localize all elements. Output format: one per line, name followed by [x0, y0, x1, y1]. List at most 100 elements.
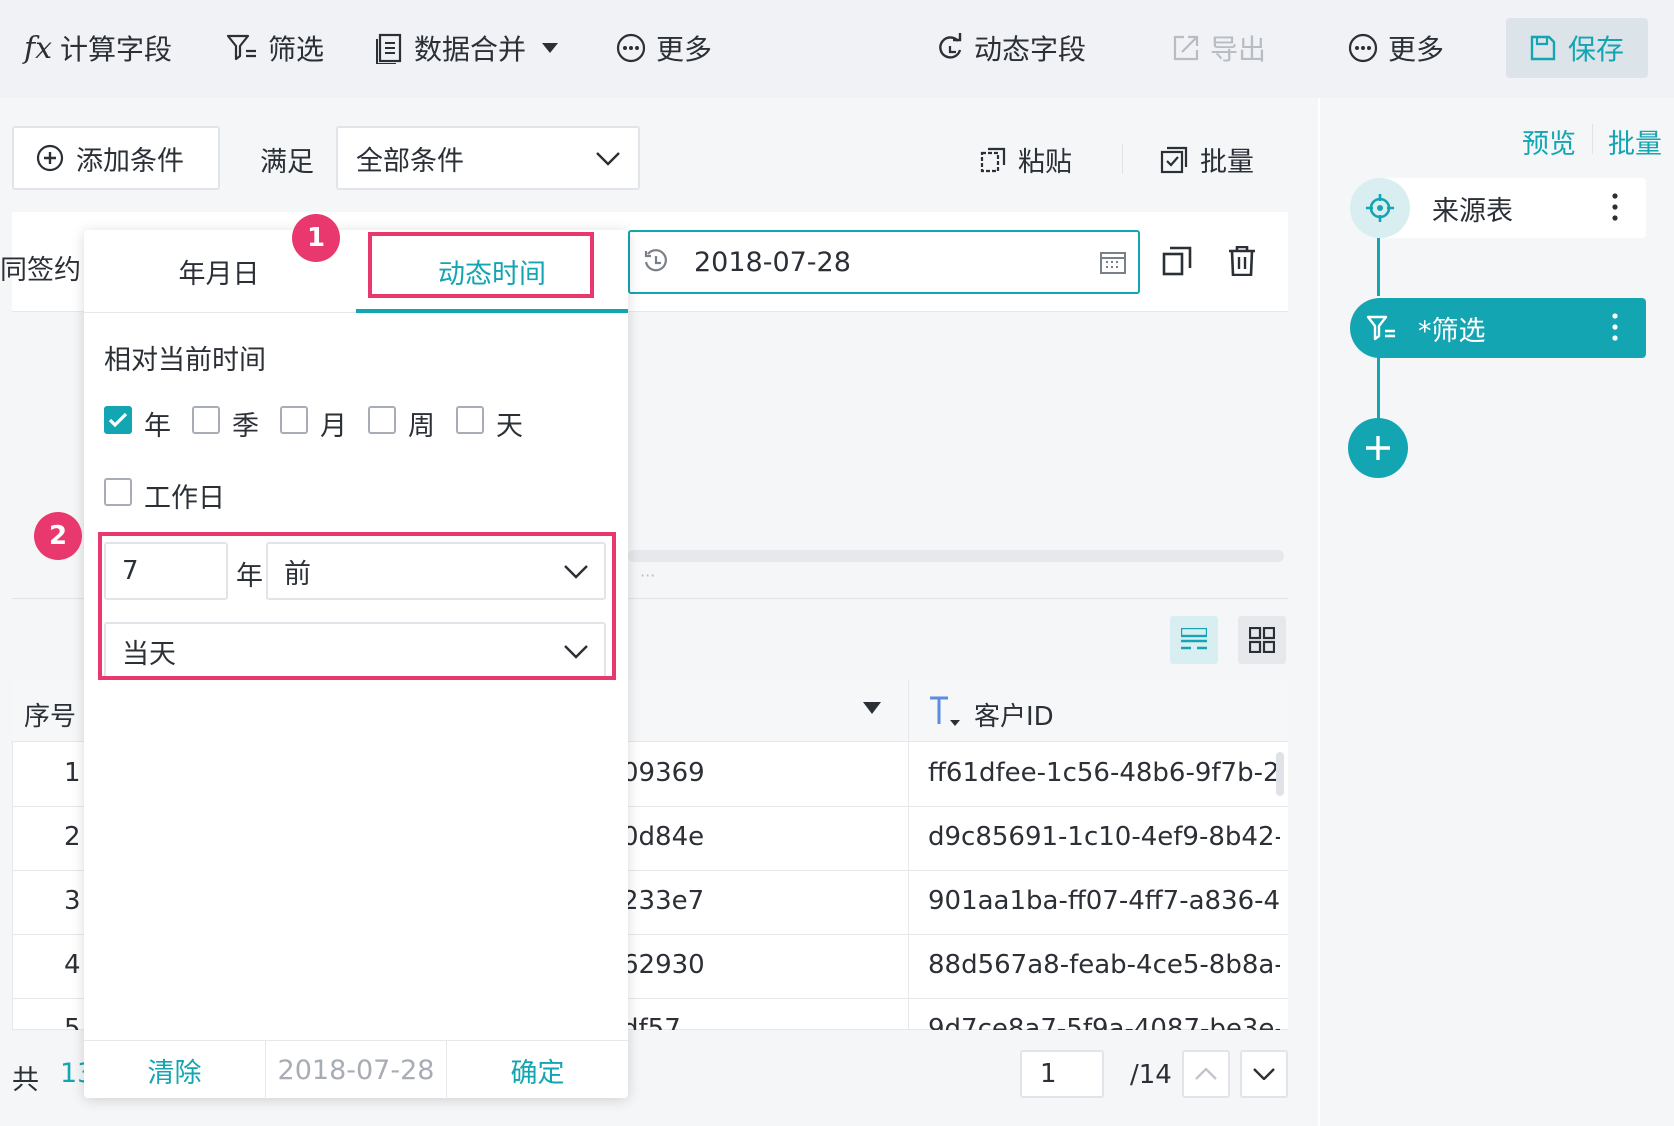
workday-checkbox[interactable]	[104, 478, 132, 506]
batch-check-icon	[1160, 146, 1188, 174]
add-condition-button[interactable]: 添加条件	[12, 126, 220, 190]
more-button-left[interactable]: 更多	[616, 26, 712, 70]
caret-down-icon	[542, 42, 559, 54]
header-customer-id: 客户ID	[974, 702, 1054, 732]
row-customer-id: 901aa1ba-ff07-4ff7-a836-48	[928, 886, 1280, 916]
row-index: 3	[64, 886, 81, 916]
grid-view-icon	[1249, 627, 1275, 653]
flow-connector	[1377, 356, 1380, 422]
column-dropdown-icon[interactable]	[862, 700, 882, 716]
page-input[interactable]: 1	[1020, 1050, 1104, 1098]
row-index: 4	[64, 950, 81, 980]
chevron-up-icon	[1195, 1068, 1217, 1080]
preview-date-value: 2018-07-28	[277, 1054, 435, 1086]
date-input[interactable]: 2018-07-28	[628, 230, 1140, 294]
condition-mode-select[interactable]: 全部条件	[336, 126, 640, 190]
confirm-label: 确定	[510, 1057, 565, 1089]
highlight-box-offset	[98, 532, 616, 680]
unit-checkbox-0[interactable]	[104, 406, 132, 434]
row-value: 09369	[622, 758, 705, 788]
flow-panel	[1318, 98, 1674, 1126]
unit-checkbox-label: 周	[408, 411, 435, 442]
copy-condition-icon[interactable]	[1162, 246, 1192, 276]
save-button[interactable]: 保存	[1506, 18, 1648, 78]
clear-button[interactable]: 清除	[84, 1041, 265, 1099]
add-step-button[interactable]	[1348, 418, 1408, 478]
page-down-button[interactable]	[1240, 1050, 1288, 1098]
filter-icon	[1366, 314, 1396, 342]
unit-checkbox-3[interactable]	[368, 406, 396, 434]
flow-node-source[interactable]: 来源表	[1350, 178, 1646, 238]
clock-refresh-icon	[642, 248, 670, 276]
kebab-menu-icon[interactable]	[1612, 192, 1618, 222]
chevron-down-icon	[596, 152, 620, 166]
horizontal-scrollbar[interactable]	[628, 550, 1284, 562]
unit-checkbox-1[interactable]	[192, 406, 220, 434]
data-merge-dropdown[interactable]: 数据合并	[376, 26, 568, 70]
flow-node-filter[interactable]: *筛选	[1350, 298, 1646, 358]
flow-connector	[1377, 236, 1380, 296]
list-view-icon	[1181, 628, 1207, 652]
export-button[interactable]: 导出	[1172, 26, 1266, 70]
row-value: 0d84e	[622, 822, 705, 852]
function-icon: fx	[24, 30, 53, 66]
link-divider	[1592, 124, 1593, 154]
batch-link[interactable]: 批量	[1608, 122, 1662, 161]
resize-handle-dots[interactable]: ···	[640, 566, 655, 585]
satisfy-label: 满足	[260, 147, 314, 178]
confirm-button[interactable]: 确定	[447, 1041, 628, 1099]
more-dots-icon	[616, 33, 646, 63]
row-customer-id: 88d567a8-feab-4ce5-8b8a-0	[928, 950, 1280, 980]
row-index: 1	[64, 758, 81, 788]
unit-checkbox-label: 年	[144, 411, 171, 442]
unit-checkbox-2[interactable]	[280, 406, 308, 434]
table-vertical-scrollbar[interactable]	[1276, 752, 1284, 796]
export-icon	[1172, 34, 1200, 62]
data-merge-label: 数据合并	[414, 33, 527, 66]
toolbar-divider	[1122, 144, 1123, 174]
save-icon	[1530, 35, 1556, 61]
relative-time-label: 相对当前时间	[104, 345, 266, 376]
batch-label: 批量	[1200, 147, 1254, 178]
filter-button[interactable]: 筛选	[226, 26, 324, 70]
kebab-menu-icon[interactable]	[1612, 312, 1618, 342]
preview-date: 2018-07-28	[266, 1041, 446, 1099]
row-index: 2	[64, 822, 81, 852]
unit-checkbox-label: 月	[320, 411, 347, 442]
text-type-icon[interactable]	[928, 694, 960, 728]
preview-link[interactable]: 预览	[1522, 122, 1576, 161]
date-input-value: 2018-07-28	[694, 246, 851, 278]
tab-ymd-label: 年月日	[178, 258, 260, 290]
header-index: 序号	[24, 702, 77, 732]
delete-condition-icon[interactable]	[1228, 246, 1256, 276]
flow-node-filter-label: *筛选	[1418, 315, 1486, 347]
calendar-icon	[1100, 250, 1126, 274]
step-badge-2: 2	[34, 512, 82, 560]
workday-label: 工作日	[144, 483, 225, 514]
total-prefix: 共	[12, 1065, 39, 1096]
chevron-down-icon	[1253, 1068, 1275, 1080]
list-view-toggle[interactable]	[1170, 616, 1218, 664]
row-value: 62930	[622, 950, 705, 980]
page-total: /14	[1130, 1060, 1172, 1090]
page-up-button[interactable]	[1182, 1050, 1230, 1098]
plus-icon	[1364, 434, 1392, 462]
active-tab-indicator	[356, 309, 628, 313]
paste-button[interactable]: 粘贴	[980, 140, 1072, 179]
batch-button[interactable]: 批量	[1160, 140, 1254, 179]
save-label: 保存	[1567, 33, 1624, 66]
add-condition-label: 添加条件	[76, 145, 184, 177]
unit-checkbox-4[interactable]	[456, 406, 484, 434]
highlight-box-tab	[368, 232, 594, 298]
more-label-left: 更多	[656, 33, 713, 66]
row-value: 233e7	[622, 886, 705, 916]
step-badge-1: 1	[292, 214, 340, 262]
more-button-right[interactable]: 更多	[1348, 26, 1444, 70]
calc-field-button[interactable]: fx 计算字段	[24, 26, 172, 70]
more-label-right: 更多	[1388, 33, 1445, 66]
row-customer-id: d9c85691-1c10-4ef9-8b42-9	[928, 822, 1280, 852]
row-customer-id: ff61dfee-1c56-48b6-9f7b-21	[928, 758, 1280, 788]
grid-view-toggle[interactable]	[1238, 616, 1286, 664]
page-current: 1	[1040, 1059, 1057, 1089]
dynamic-field-button[interactable]: 动态字段	[936, 26, 1086, 70]
